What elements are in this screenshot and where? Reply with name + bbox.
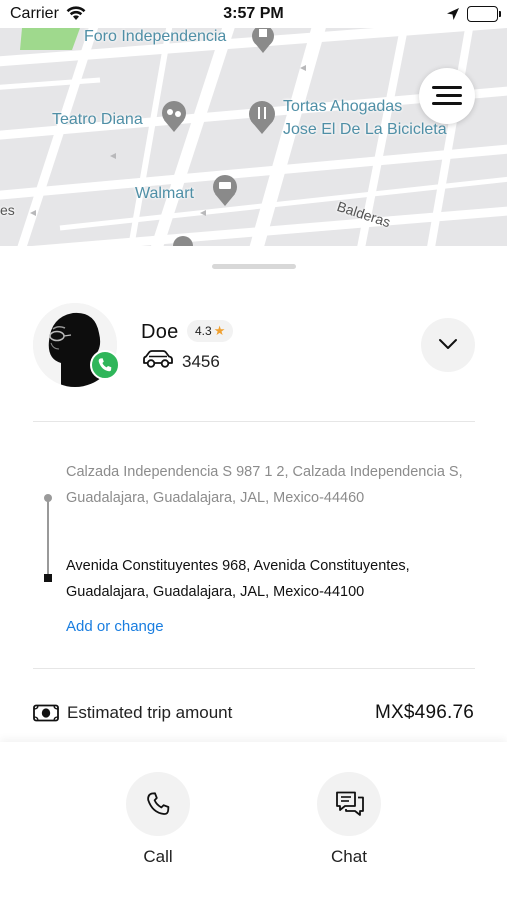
call-label: Call <box>143 847 173 866</box>
battery-icon <box>467 6 501 22</box>
dropoff-address: Avenida Constituyentes 968, Avenida Cons… <box>66 558 410 600</box>
map-view[interactable]: Foro Independencia Teatro Diana Tortas A… <box>0 28 507 246</box>
chevron-down-icon <box>439 339 457 349</box>
phone-icon <box>147 792 170 815</box>
car-icon <box>141 349 175 374</box>
map-label-partial: es <box>0 202 15 218</box>
trip-sheet: Doe 4.3 ★ 3456 Calzada Independencia S 98… <box>0 246 507 900</box>
hamburger-icon-bar <box>432 102 462 105</box>
hamburger-icon-bar <box>436 94 462 97</box>
vehicle-plate: 3456 <box>182 352 220 371</box>
chat-label: Chat <box>331 847 367 866</box>
divider <box>33 668 475 669</box>
call-button[interactable]: Call <box>126 772 190 867</box>
map-label-tortas-line1: Tortas Ahogadas <box>283 98 403 115</box>
map-label-tortas-line2: Jose El De La Bicicleta <box>283 121 447 138</box>
divider <box>33 421 475 422</box>
drag-handle[interactable] <box>212 264 296 269</box>
driver-name: Doe <box>141 321 179 343</box>
cash-icon <box>33 704 59 727</box>
route-line <box>47 499 49 577</box>
map-label-walmart: Walmart <box>135 185 194 202</box>
expand-button[interactable] <box>421 318 475 372</box>
hamburger-icon <box>432 86 462 89</box>
star-icon: ★ <box>213 323 226 338</box>
pickup-address: Calzada Independencia S 987 1 2, Calzada… <box>66 464 463 506</box>
trip-amount-value: MX$496.76 <box>375 702 474 723</box>
trip-amount-label: Estimated trip amount <box>67 703 233 722</box>
status-bar: Carrier 3:57 PM <box>0 0 507 28</box>
rating-value: 4.3 <box>195 324 212 338</box>
chat-bubbles-icon <box>336 791 364 816</box>
chat-button-circle[interactable] <box>317 772 381 836</box>
call-driver-badge[interactable] <box>90 350 120 380</box>
add-or-change-link[interactable]: Add or change <box>66 618 164 635</box>
phone-icon <box>98 358 112 372</box>
map-label-teatro: Teatro Diana <box>52 111 143 128</box>
chat-button[interactable]: Chat <box>317 772 381 867</box>
action-bar: Call Chat <box>0 742 507 900</box>
dropoff-marker <box>44 574 52 582</box>
map-label-foro: Foro Independencia <box>84 28 227 45</box>
location-arrow-icon <box>446 7 460 26</box>
clock: 3:57 PM <box>223 5 284 22</box>
rating-badge: 4.3 ★ <box>187 320 234 342</box>
call-button-circle[interactable] <box>126 772 190 836</box>
menu-button[interactable] <box>419 68 475 124</box>
pickup-marker <box>44 494 52 502</box>
